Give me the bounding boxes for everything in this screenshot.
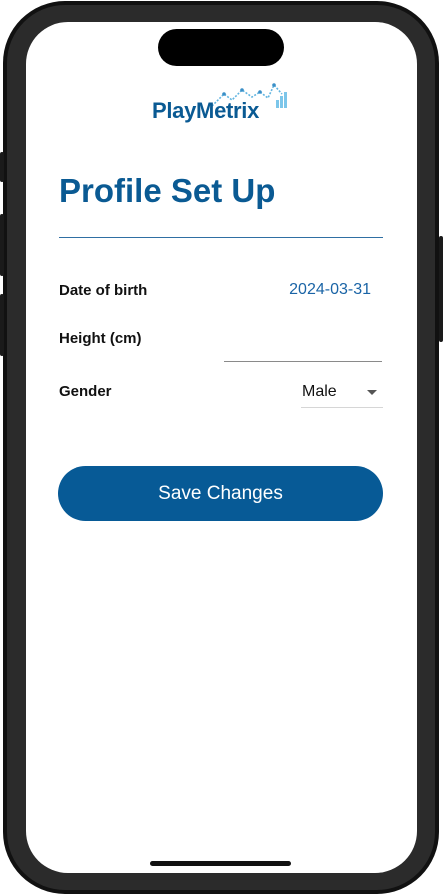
brand-name: PlayMetrix (152, 98, 260, 123)
gender-selected-value: Male (302, 383, 337, 400)
gender-dropdown[interactable]: Male (301, 377, 383, 408)
height-input[interactable] (224, 334, 382, 362)
chevron-down-icon (367, 390, 377, 395)
home-indicator[interactable] (150, 861, 291, 866)
dynamic-island (158, 29, 284, 66)
dob-label: Date of birth (59, 282, 148, 299)
save-changes-button[interactable]: Save Changes (58, 466, 383, 521)
volume-up-button (0, 214, 4, 276)
power-button (439, 236, 443, 342)
title-divider (59, 237, 383, 238)
dob-picker[interactable]: 2024-03-31 (289, 281, 371, 299)
height-label: Height (cm) (59, 330, 142, 347)
page-title: Profile Set Up (59, 172, 276, 209)
gender-label: Gender (59, 383, 112, 400)
brand-logo: PlayMetrix (150, 82, 295, 130)
action-button (0, 152, 4, 182)
volume-down-button (0, 294, 4, 356)
app-screen: PlayMetrix Profile Set Up Date of birth … (26, 22, 417, 873)
